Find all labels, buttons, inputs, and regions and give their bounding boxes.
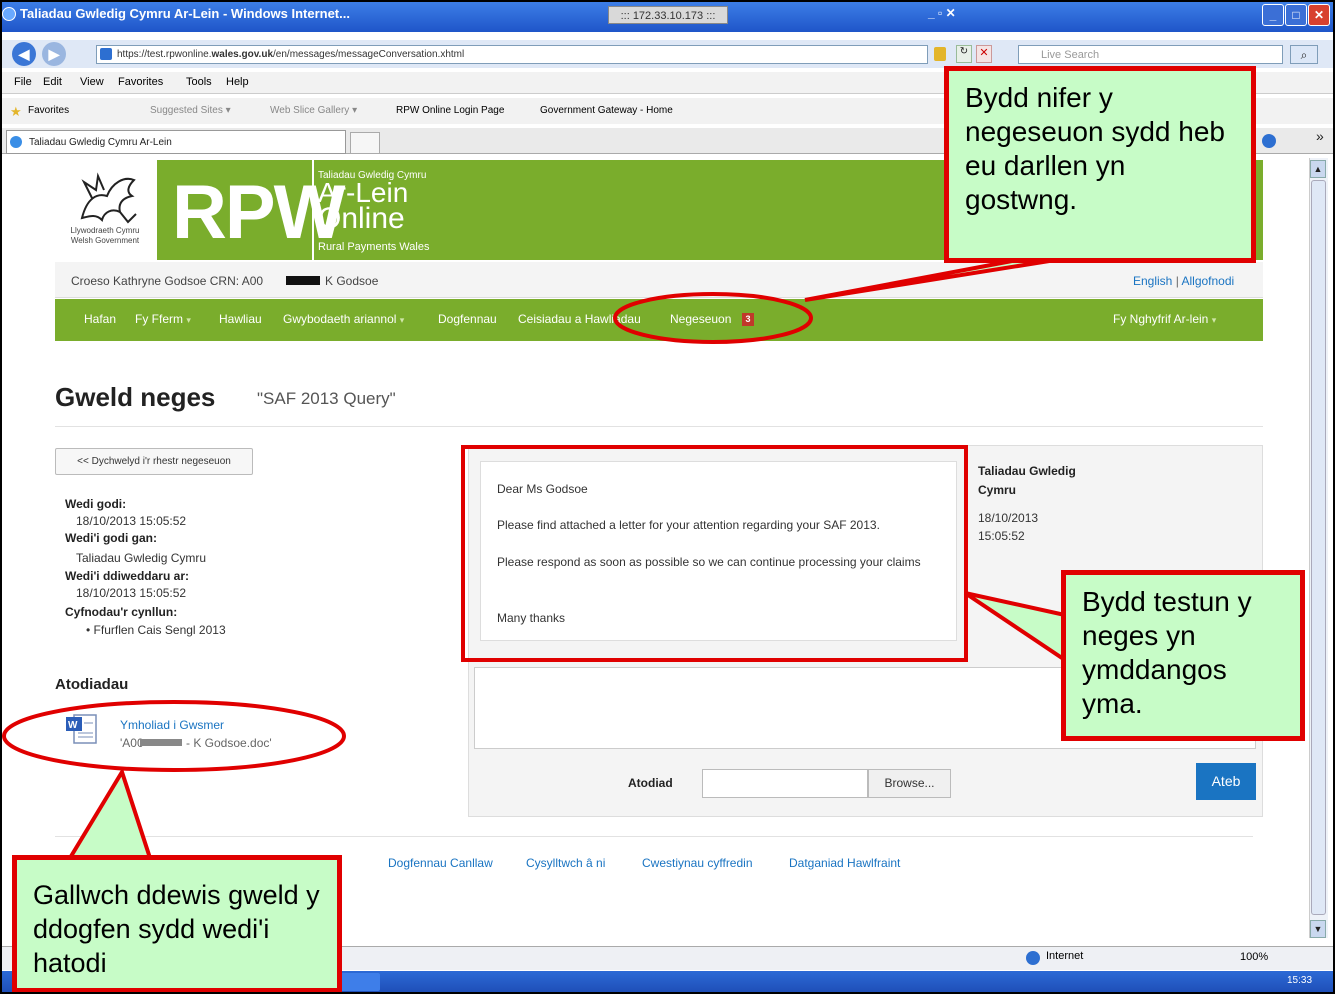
screenshot-frame [0, 0, 1335, 994]
